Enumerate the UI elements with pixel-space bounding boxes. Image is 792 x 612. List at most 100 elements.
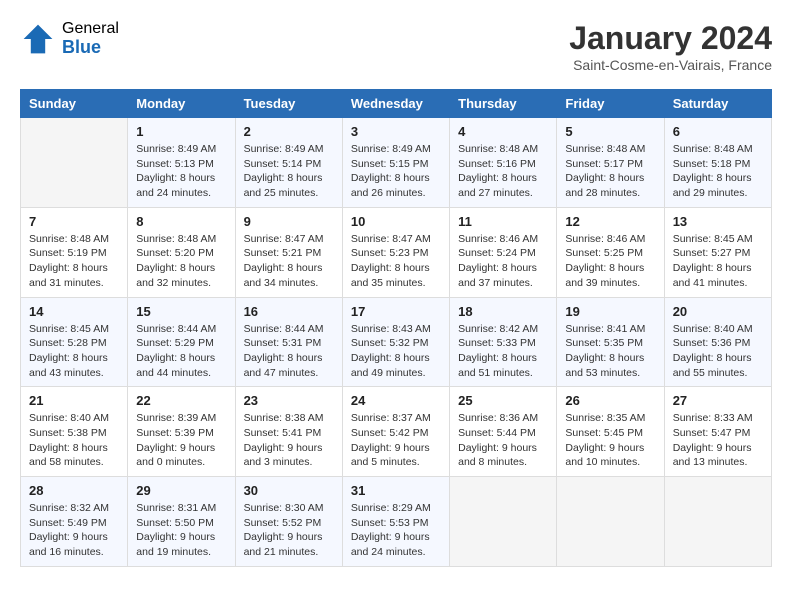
calendar-cell: 2 Sunrise: 8:49 AM Sunset: 5:14 PM Daylig… <box>235 118 342 208</box>
logo: General Blue <box>20 20 119 57</box>
cell-info: Sunrise: 8:46 AM Sunset: 5:24 PM Dayligh… <box>458 232 548 291</box>
day-number: 11 <box>458 214 548 229</box>
weekday-header: Wednesday <box>342 90 449 118</box>
cell-info: Sunrise: 8:32 AM Sunset: 5:49 PM Dayligh… <box>29 501 119 560</box>
calendar-cell: 22 Sunrise: 8:39 AM Sunset: 5:39 PM Dayli… <box>128 387 235 477</box>
calendar-cell: 1Sunrise: 8:49 AM Sunset: 5:13 PM Daylig… <box>128 118 235 208</box>
logo-icon <box>20 21 56 57</box>
cell-info: Sunrise: 8:47 AM Sunset: 5:21 PM Dayligh… <box>244 232 334 291</box>
day-number: 20 <box>673 304 763 319</box>
cell-info: Sunrise: 8:46 AM Sunset: 5:25 PM Dayligh… <box>565 232 655 291</box>
day-number: 2 <box>244 124 334 139</box>
calendar-cell: 24 Sunrise: 8:37 AM Sunset: 5:42 PM Dayli… <box>342 387 449 477</box>
calendar-cell: 18 Sunrise: 8:42 AM Sunset: 5:33 PM Dayli… <box>450 297 557 387</box>
day-number: 22 <box>136 393 226 408</box>
day-number: 8 <box>136 214 226 229</box>
cell-info: Sunrise: 8:48 AM Sunset: 5:18 PM Dayligh… <box>673 142 763 201</box>
day-number: 1 <box>136 124 226 139</box>
calendar-cell: 12 Sunrise: 8:46 AM Sunset: 5:25 PM Dayli… <box>557 207 664 297</box>
cell-info: Sunrise: 8:48 AM Sunset: 5:16 PM Dayligh… <box>458 142 548 201</box>
calendar-cell: 28Sunrise: 8:32 AM Sunset: 5:49 PM Dayli… <box>21 477 128 567</box>
calendar-cell: 15 Sunrise: 8:44 AM Sunset: 5:29 PM Dayli… <box>128 297 235 387</box>
day-number: 24 <box>351 393 441 408</box>
cell-info: Sunrise: 8:29 AM Sunset: 5:53 PM Dayligh… <box>351 501 441 560</box>
calendar-week-row: 21 Sunrise: 8:40 AM Sunset: 5:38 PM Dayli… <box>21 387 772 477</box>
day-number: 14 <box>29 304 119 319</box>
calendar-cell <box>557 477 664 567</box>
weekday-header-row: SundayMondayTuesdayWednesdayThursdayFrid… <box>21 90 772 118</box>
day-number: 17 <box>351 304 441 319</box>
cell-info: Sunrise: 8:44 AM Sunset: 5:29 PM Dayligh… <box>136 322 226 381</box>
calendar-table: SundayMondayTuesdayWednesdayThursdayFrid… <box>20 89 772 567</box>
cell-info: Sunrise: 8:38 AM Sunset: 5:41 PM Dayligh… <box>244 411 334 470</box>
cell-info: Sunrise: 8:37 AM Sunset: 5:42 PM Dayligh… <box>351 411 441 470</box>
location: Saint-Cosme-en-Vairais, France <box>569 57 772 73</box>
calendar-cell <box>450 477 557 567</box>
logo-blue: Blue <box>62 38 119 58</box>
title-area: January 2024 Saint-Cosme-en-Vairais, Fra… <box>569 20 772 73</box>
day-number: 18 <box>458 304 548 319</box>
calendar-cell: 3Sunrise: 8:49 AM Sunset: 5:15 PM Daylig… <box>342 118 449 208</box>
cell-info: Sunrise: 8:45 AM Sunset: 5:28 PM Dayligh… <box>29 322 119 381</box>
logo-general: General <box>62 20 119 38</box>
calendar-cell: 6Sunrise: 8:48 AM Sunset: 5:18 PM Daylig… <box>664 118 771 208</box>
weekday-header: Thursday <box>450 90 557 118</box>
calendar-cell <box>21 118 128 208</box>
cell-info: Sunrise: 8:48 AM Sunset: 5:20 PM Dayligh… <box>136 232 226 291</box>
cell-info: Sunrise: 8:42 AM Sunset: 5:33 PM Dayligh… <box>458 322 548 381</box>
day-number: 19 <box>565 304 655 319</box>
calendar-cell: 10 Sunrise: 8:47 AM Sunset: 5:23 PM Dayli… <box>342 207 449 297</box>
day-number: 31 <box>351 483 441 498</box>
cell-info: Sunrise: 8:44 AM Sunset: 5:31 PM Dayligh… <box>244 322 334 381</box>
cell-info: Sunrise: 8:39 AM Sunset: 5:39 PM Dayligh… <box>136 411 226 470</box>
calendar-week-row: 28Sunrise: 8:32 AM Sunset: 5:49 PM Dayli… <box>21 477 772 567</box>
cell-info: Sunrise: 8:47 AM Sunset: 5:23 PM Dayligh… <box>351 232 441 291</box>
day-number: 30 <box>244 483 334 498</box>
calendar-cell: 8 Sunrise: 8:48 AM Sunset: 5:20 PM Daylig… <box>128 207 235 297</box>
calendar-cell: 9 Sunrise: 8:47 AM Sunset: 5:21 PM Daylig… <box>235 207 342 297</box>
weekday-header: Monday <box>128 90 235 118</box>
day-number: 10 <box>351 214 441 229</box>
calendar-cell: 29 Sunrise: 8:31 AM Sunset: 5:50 PM Dayli… <box>128 477 235 567</box>
cell-info: Sunrise: 8:49 AM Sunset: 5:15 PM Dayligh… <box>351 142 441 201</box>
cell-info: Sunrise: 8:33 AM Sunset: 5:47 PM Dayligh… <box>673 411 763 470</box>
day-number: 25 <box>458 393 548 408</box>
day-number: 13 <box>673 214 763 229</box>
calendar-week-row: 7Sunrise: 8:48 AM Sunset: 5:19 PM Daylig… <box>21 207 772 297</box>
cell-info: Sunrise: 8:49 AM Sunset: 5:14 PM Dayligh… <box>244 142 334 201</box>
cell-info: Sunrise: 8:40 AM Sunset: 5:38 PM Dayligh… <box>29 411 119 470</box>
calendar-week-row: 1Sunrise: 8:49 AM Sunset: 5:13 PM Daylig… <box>21 118 772 208</box>
day-number: 29 <box>136 483 226 498</box>
calendar-cell: 13 Sunrise: 8:45 AM Sunset: 5:27 PM Dayli… <box>664 207 771 297</box>
month-year: January 2024 <box>569 20 772 57</box>
day-number: 7 <box>29 214 119 229</box>
day-number: 21 <box>29 393 119 408</box>
calendar-cell: 23Sunrise: 8:38 AM Sunset: 5:41 PM Dayli… <box>235 387 342 477</box>
day-number: 5 <box>565 124 655 139</box>
day-number: 15 <box>136 304 226 319</box>
weekday-header: Tuesday <box>235 90 342 118</box>
cell-info: Sunrise: 8:40 AM Sunset: 5:36 PM Dayligh… <box>673 322 763 381</box>
weekday-header: Saturday <box>664 90 771 118</box>
calendar-week-row: 14 Sunrise: 8:45 AM Sunset: 5:28 PM Dayli… <box>21 297 772 387</box>
calendar-cell: 26Sunrise: 8:35 AM Sunset: 5:45 PM Dayli… <box>557 387 664 477</box>
cell-info: Sunrise: 8:41 AM Sunset: 5:35 PM Dayligh… <box>565 322 655 381</box>
day-number: 27 <box>673 393 763 408</box>
calendar-cell: 30Sunrise: 8:30 AM Sunset: 5:52 PM Dayli… <box>235 477 342 567</box>
calendar-cell: 21 Sunrise: 8:40 AM Sunset: 5:38 PM Dayli… <box>21 387 128 477</box>
weekday-header: Sunday <box>21 90 128 118</box>
cell-info: Sunrise: 8:43 AM Sunset: 5:32 PM Dayligh… <box>351 322 441 381</box>
header: General Blue January 2024 Saint-Cosme-en… <box>20 20 772 73</box>
cell-info: Sunrise: 8:36 AM Sunset: 5:44 PM Dayligh… <box>458 411 548 470</box>
calendar-cell: 19 Sunrise: 8:41 AM Sunset: 5:35 PM Dayli… <box>557 297 664 387</box>
calendar-cell: 31 Sunrise: 8:29 AM Sunset: 5:53 PM Dayli… <box>342 477 449 567</box>
day-number: 26 <box>565 393 655 408</box>
cell-info: Sunrise: 8:45 AM Sunset: 5:27 PM Dayligh… <box>673 232 763 291</box>
cell-info: Sunrise: 8:31 AM Sunset: 5:50 PM Dayligh… <box>136 501 226 560</box>
calendar-cell: 7Sunrise: 8:48 AM Sunset: 5:19 PM Daylig… <box>21 207 128 297</box>
calendar-cell <box>664 477 771 567</box>
logo-text: General Blue <box>62 20 119 57</box>
day-number: 12 <box>565 214 655 229</box>
day-number: 9 <box>244 214 334 229</box>
day-number: 16 <box>244 304 334 319</box>
